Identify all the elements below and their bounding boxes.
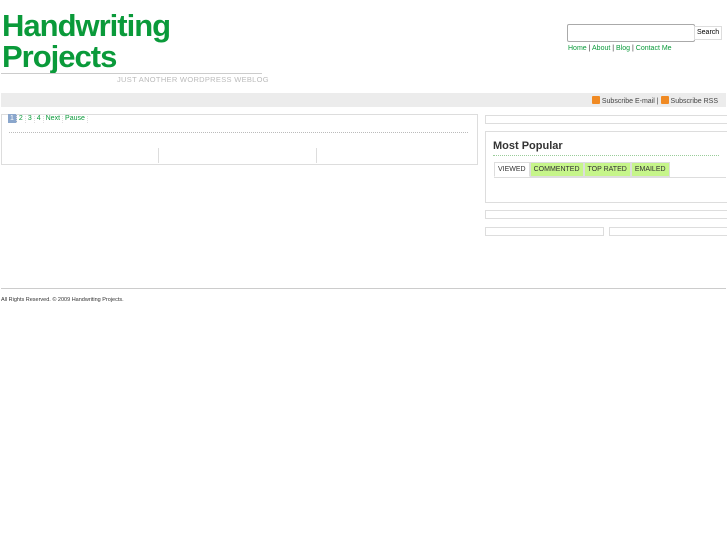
column-divider xyxy=(158,148,159,163)
divider xyxy=(494,177,726,178)
nav-contact[interactable]: Contact Me xyxy=(636,45,672,52)
tab-viewed[interactable]: VIEWED xyxy=(494,162,530,177)
page-1[interactable]: 1 xyxy=(8,114,17,123)
sidebar-widget xyxy=(609,227,727,236)
popular-tabs: VIEWED COMMENTED TOP RATED EMAILED xyxy=(494,162,670,177)
site-logo[interactable]: Handwriting Projects xyxy=(2,8,171,74)
search-input[interactable] xyxy=(567,24,695,42)
slider-pager: 1 2 3 4 Next Pause xyxy=(8,114,88,123)
rss-icon xyxy=(591,96,600,104)
search-button[interactable]: Search xyxy=(694,26,723,40)
tab-commented[interactable]: COMMENTED xyxy=(529,162,584,177)
tagline: JUST ANOTHER WORDPRESS WEBLOG xyxy=(117,75,269,84)
page-4[interactable]: 4 xyxy=(35,114,44,123)
separator: | xyxy=(656,98,659,105)
rss-icon xyxy=(660,96,669,104)
subscribe-email-link[interactable]: Subscribe E-mail xyxy=(602,98,655,105)
divider xyxy=(9,132,468,133)
top-nav: Home | About | Blog | Contact Me xyxy=(568,45,672,52)
logo-line-2: Projects xyxy=(2,39,117,74)
sidebar-widget xyxy=(485,227,604,236)
sidebar-widget xyxy=(485,115,727,124)
divider xyxy=(1,73,262,74)
divider xyxy=(1,288,726,289)
nav-about[interactable]: About xyxy=(592,45,610,52)
nav-blog[interactable]: Blog xyxy=(616,45,630,52)
tab-emailed[interactable]: EMAILED xyxy=(630,162,670,177)
next-button[interactable]: Next xyxy=(44,114,64,123)
page-3[interactable]: 3 xyxy=(26,114,35,123)
footer-text: All Rights Reserved. © 2009 Handwriting … xyxy=(1,297,124,303)
subscribe-rss-link[interactable]: Subscribe RSS xyxy=(671,98,718,105)
divider xyxy=(493,155,719,156)
pause-button[interactable]: Pause xyxy=(63,114,88,123)
logo-line-1: Handwriting xyxy=(2,8,171,43)
nav-home[interactable]: Home xyxy=(568,45,587,52)
widget-title: Most Popular xyxy=(493,140,563,152)
column-divider xyxy=(316,148,317,163)
tab-top-rated[interactable]: TOP RATED xyxy=(583,162,631,177)
subscribe-bar: Subscribe E-mail | Subscribe RSS xyxy=(1,93,726,107)
sidebar-widget xyxy=(485,210,727,219)
page-2[interactable]: 2 xyxy=(17,114,26,123)
